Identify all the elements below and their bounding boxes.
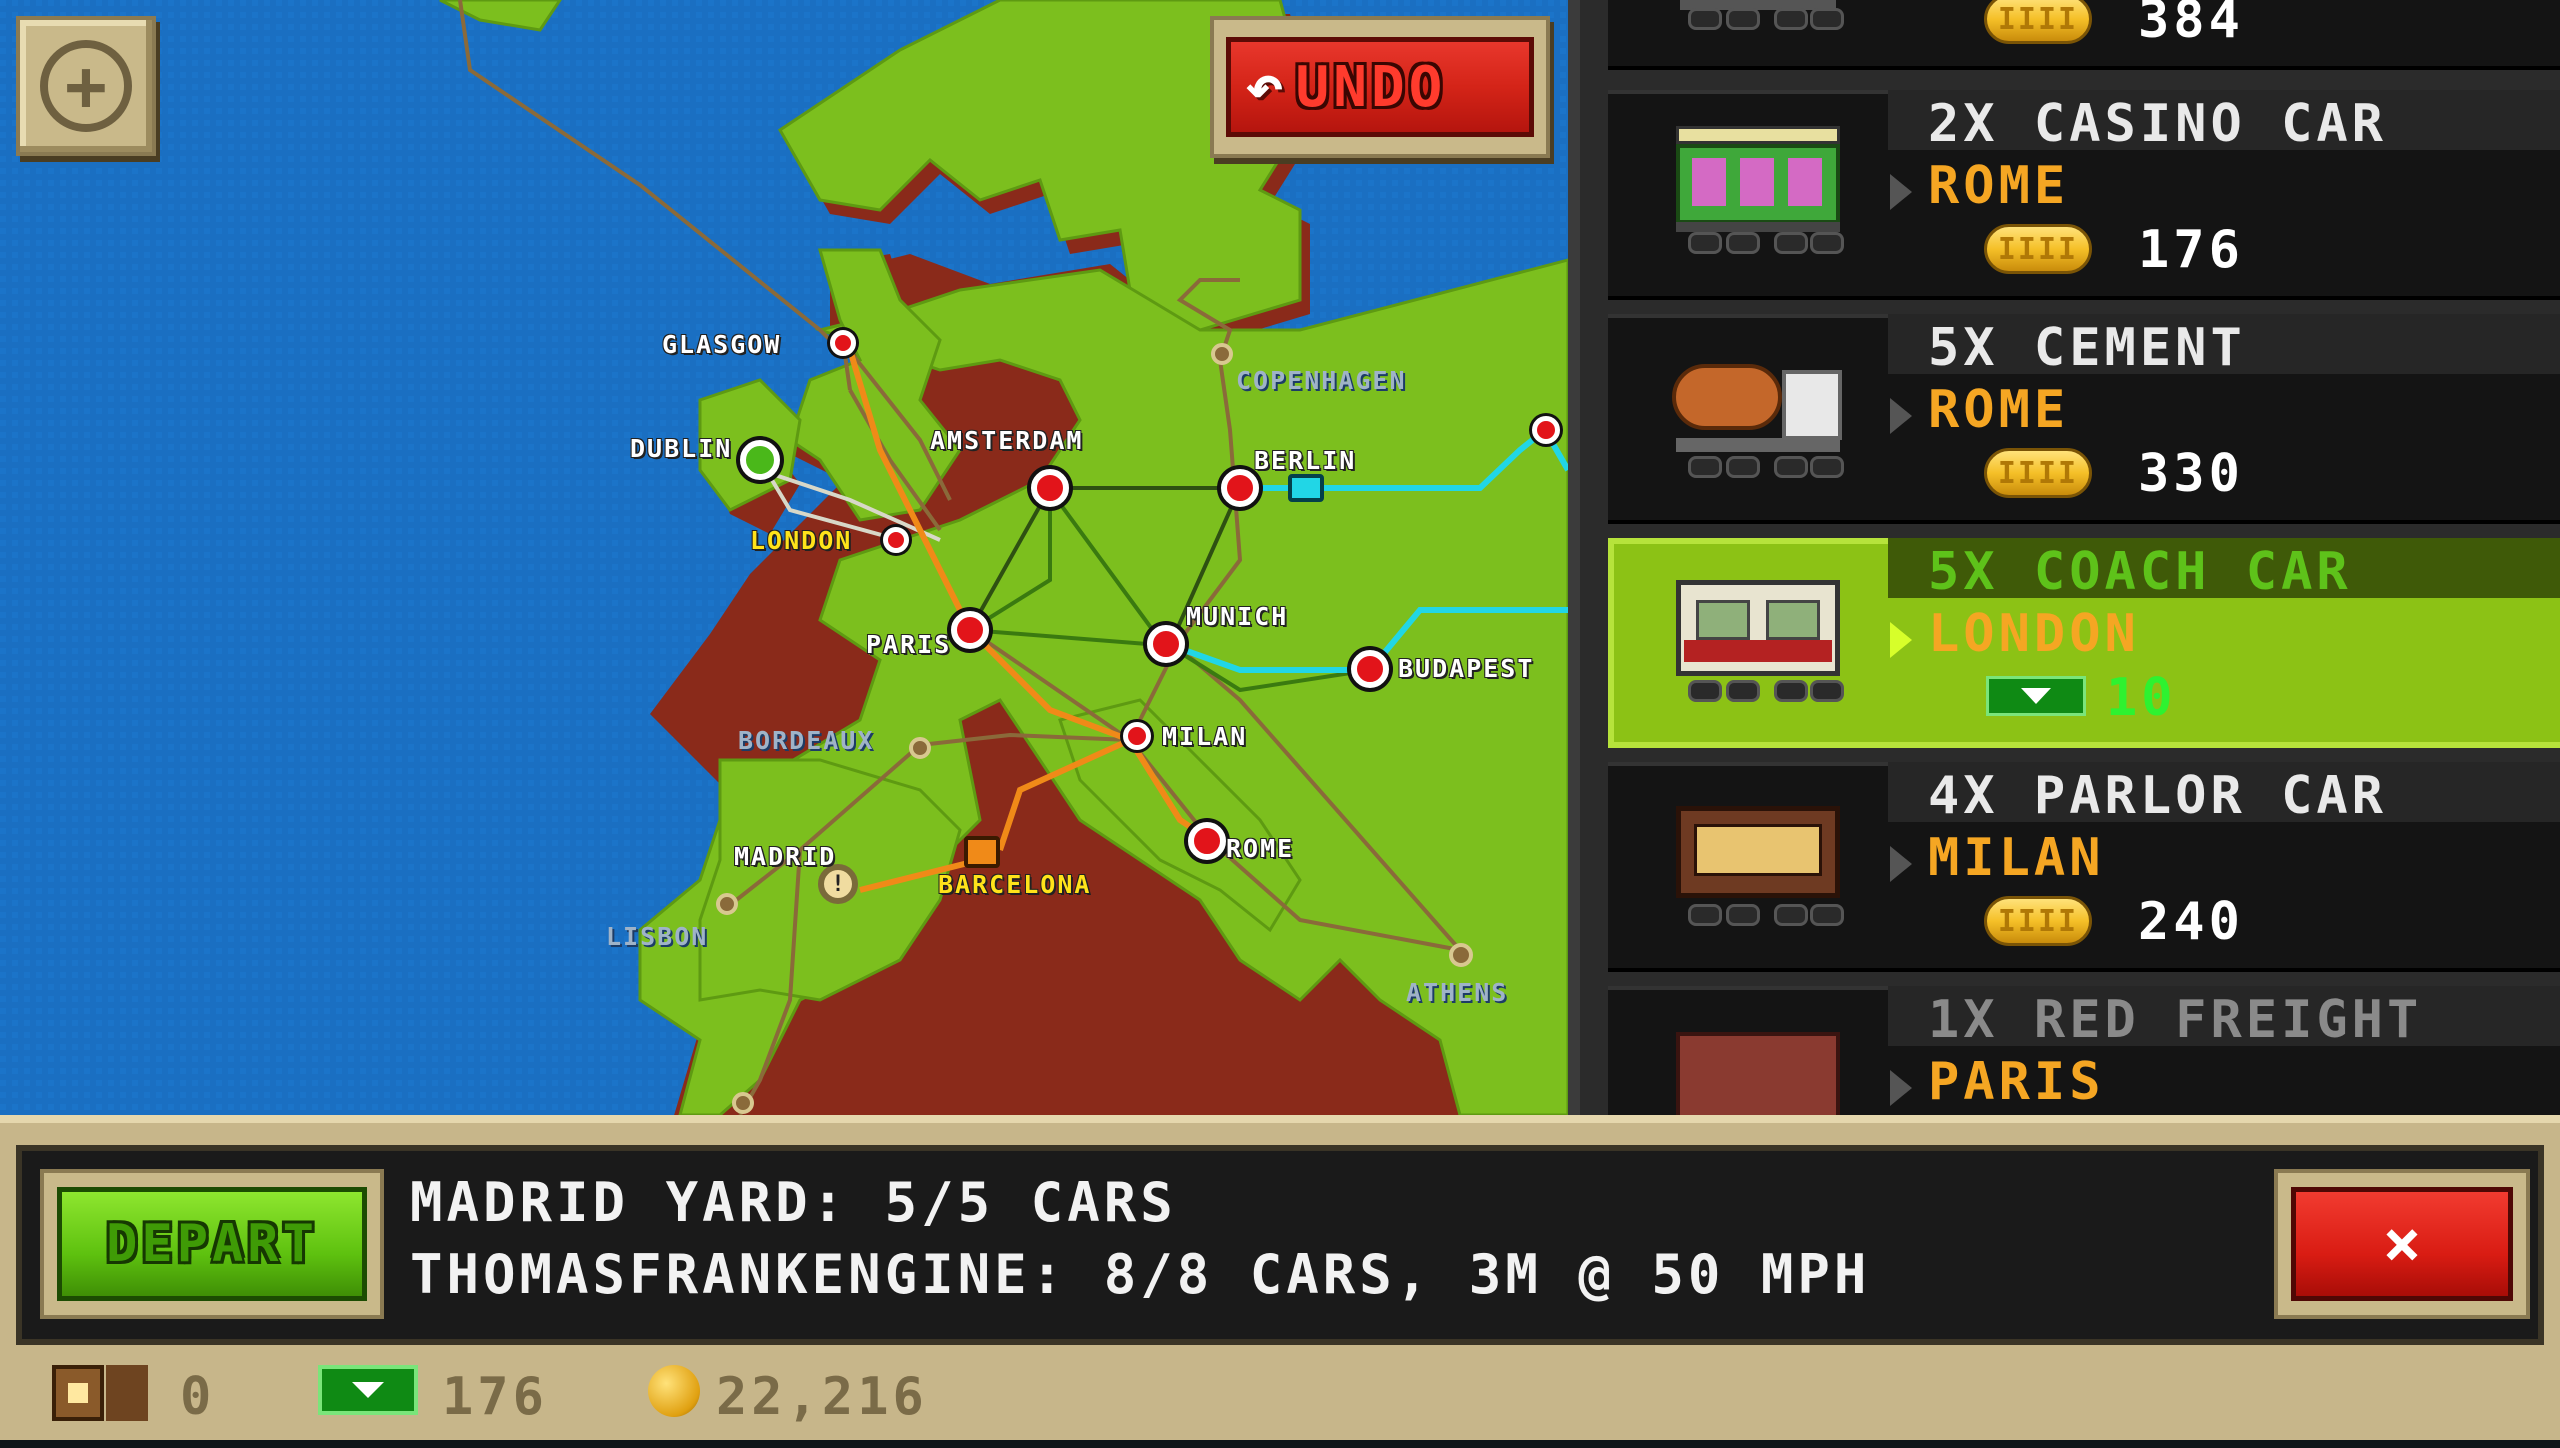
play-icon — [1890, 174, 1912, 210]
undo-label: UNDO — [1295, 54, 1447, 120]
parlor-car-icon — [1670, 798, 1846, 926]
cargo-list[interactable]: IIII 384 2X CASINO CAR ROME IIII 176 5X … — [1568, 0, 2560, 1115]
city-label-rome: ROME — [1226, 834, 1295, 863]
depart-label: DEPART — [106, 1214, 318, 1274]
station-dublin[interactable] — [740, 440, 780, 480]
cargo-item[interactable]: 2X CASINO CAR ROME IIII 176 — [1608, 90, 2560, 300]
coin-icon: IIII — [1984, 0, 2092, 44]
cargo-title: 1X RED FREIGHT — [1928, 990, 2423, 1050]
train-marker-berlin[interactable] — [1288, 474, 1324, 502]
station-paris[interactable] — [951, 611, 989, 649]
station-munich[interactable] — [1147, 625, 1185, 663]
city-label-glasgow: GLASGOW — [662, 330, 782, 359]
cargo-destination: ROME — [1928, 156, 2070, 216]
station-london[interactable] — [883, 527, 909, 553]
station-budapest[interactable] — [1351, 650, 1389, 688]
station-bordeaux[interactable] — [909, 737, 931, 759]
play-icon — [1890, 622, 1912, 658]
engine-status: THOMASFRANKENGINE: 8/8 CARS, 3M @ 50 MPH — [410, 1243, 1871, 1306]
city-label-munich: MUNICH — [1186, 602, 1289, 631]
cargo-destination: PARIS — [1928, 1052, 2105, 1112]
cargo-value: 384 — [2138, 0, 2244, 50]
station-east[interactable] — [1532, 416, 1560, 444]
undo-arrow-icon: ↶ — [1245, 50, 1284, 124]
cargo-value: 176 — [2138, 220, 2244, 280]
cargo-destination: MILAN — [1928, 828, 2105, 888]
close-button[interactable]: × — [2274, 1169, 2530, 1319]
yard-info-box: DEPART MADRID YARD: 5/5 CARS THOMASFRANK… — [16, 1145, 2544, 1345]
city-label-amsterdam: AMSTERDAM — [930, 426, 1084, 455]
city-label-milan: MILAN — [1162, 722, 1248, 751]
cement-car-icon — [1670, 350, 1846, 478]
bottom-bar: DEPART MADRID YARD: 5/5 CARS THOMASFRANK… — [0, 1115, 2560, 1440]
world-map[interactable]: ! GLASGOW DUBLIN AMSTERDAM COPENHAGEN BE… — [0, 0, 1568, 1115]
train-marker-barcelona[interactable] — [964, 836, 1000, 868]
cars-icon-tail — [106, 1365, 148, 1421]
coin-icon — [648, 1365, 700, 1417]
city-label-madrid: MADRID — [734, 842, 837, 871]
city-label-barcelona: BARCELONA — [938, 870, 1092, 899]
cargo-title: 4X PARLOR CAR — [1928, 766, 2387, 826]
cargo-item[interactable]: IIII 384 — [1608, 0, 2560, 70]
station-rome[interactable] — [1188, 822, 1226, 860]
coach-car-icon — [1670, 574, 1846, 702]
cash-count: 176 — [442, 1367, 548, 1427]
rail-car-icon — [1670, 0, 1846, 30]
cash-icon — [1986, 676, 2086, 716]
cargo-value: 10 — [2106, 668, 2177, 728]
cargo-title: 2X CASINO CAR — [1928, 94, 2387, 154]
plus-icon: + — [40, 40, 132, 132]
casino-car-icon — [1670, 126, 1846, 254]
cargo-destination: ROME — [1928, 380, 2070, 440]
city-label-bordeaux: BORDEAUX — [738, 726, 875, 755]
station-athens[interactable] — [1449, 943, 1473, 967]
yard-status: MADRID YARD: 5/5 CARS — [410, 1171, 1177, 1234]
station-copenhagen[interactable] — [1211, 343, 1233, 365]
coin-icon: IIII — [1984, 448, 2092, 498]
close-x-icon: × — [2291, 1187, 2513, 1301]
city-label-dublin: DUBLIN — [630, 434, 733, 463]
play-icon — [1890, 1070, 1912, 1106]
city-label-paris: PARIS — [866, 630, 952, 659]
city-label-lisbon: LISBON — [606, 922, 709, 951]
cargo-title: 5X COACH CAR — [1928, 542, 2352, 602]
map-canvas — [0, 0, 1568, 1115]
depart-button[interactable]: DEPART — [40, 1169, 384, 1319]
city-label-berlin: BERLIN — [1254, 446, 1357, 475]
cargo-item[interactable]: 1X RED FREIGHT PARIS — [1608, 986, 2560, 1115]
station-south[interactable] — [732, 1092, 754, 1114]
red-freight-car-icon — [1670, 1022, 1846, 1115]
play-icon — [1890, 398, 1912, 434]
city-label-london: LONDON — [750, 526, 853, 555]
cars-icon — [52, 1365, 104, 1421]
cargo-item[interactable]: 4X PARLOR CAR MILAN IIII 240 — [1608, 762, 2560, 972]
play-icon — [1890, 846, 1912, 882]
coin-count: 22,216 — [716, 1367, 928, 1427]
city-label-budapest: BUDAPEST — [1398, 654, 1535, 683]
coin-icon: IIII — [1984, 224, 2092, 274]
city-label-athens: ATHENS — [1406, 978, 1509, 1007]
cargo-item[interactable]: 5X CEMENT ROME IIII 330 — [1608, 314, 2560, 524]
city-label-copenhagen: COPENHAGEN — [1236, 366, 1407, 395]
cargo-value: 240 — [2138, 892, 2244, 952]
cargo-value: 330 — [2138, 444, 2244, 504]
cargo-destination: LONDON — [1928, 604, 2140, 664]
cars-count: 0 — [180, 1367, 216, 1427]
coin-icon: IIII — [1984, 896, 2092, 946]
station-amsterdam[interactable] — [1031, 469, 1069, 507]
cargo-title: 5X CEMENT — [1928, 318, 2246, 378]
cargo-item-selected[interactable]: 5X COACH CAR LONDON 10 — [1608, 538, 2560, 748]
station-lisbon[interactable] — [716, 893, 738, 915]
station-glasgow[interactable] — [830, 330, 856, 356]
cash-icon — [318, 1365, 418, 1415]
station-milan[interactable] — [1123, 722, 1151, 750]
status-bar: 0 176 22,216 — [0, 1345, 2560, 1448]
add-button[interactable]: + — [16, 16, 156, 156]
undo-button[interactable]: ↶ UNDO — [1210, 16, 1550, 158]
